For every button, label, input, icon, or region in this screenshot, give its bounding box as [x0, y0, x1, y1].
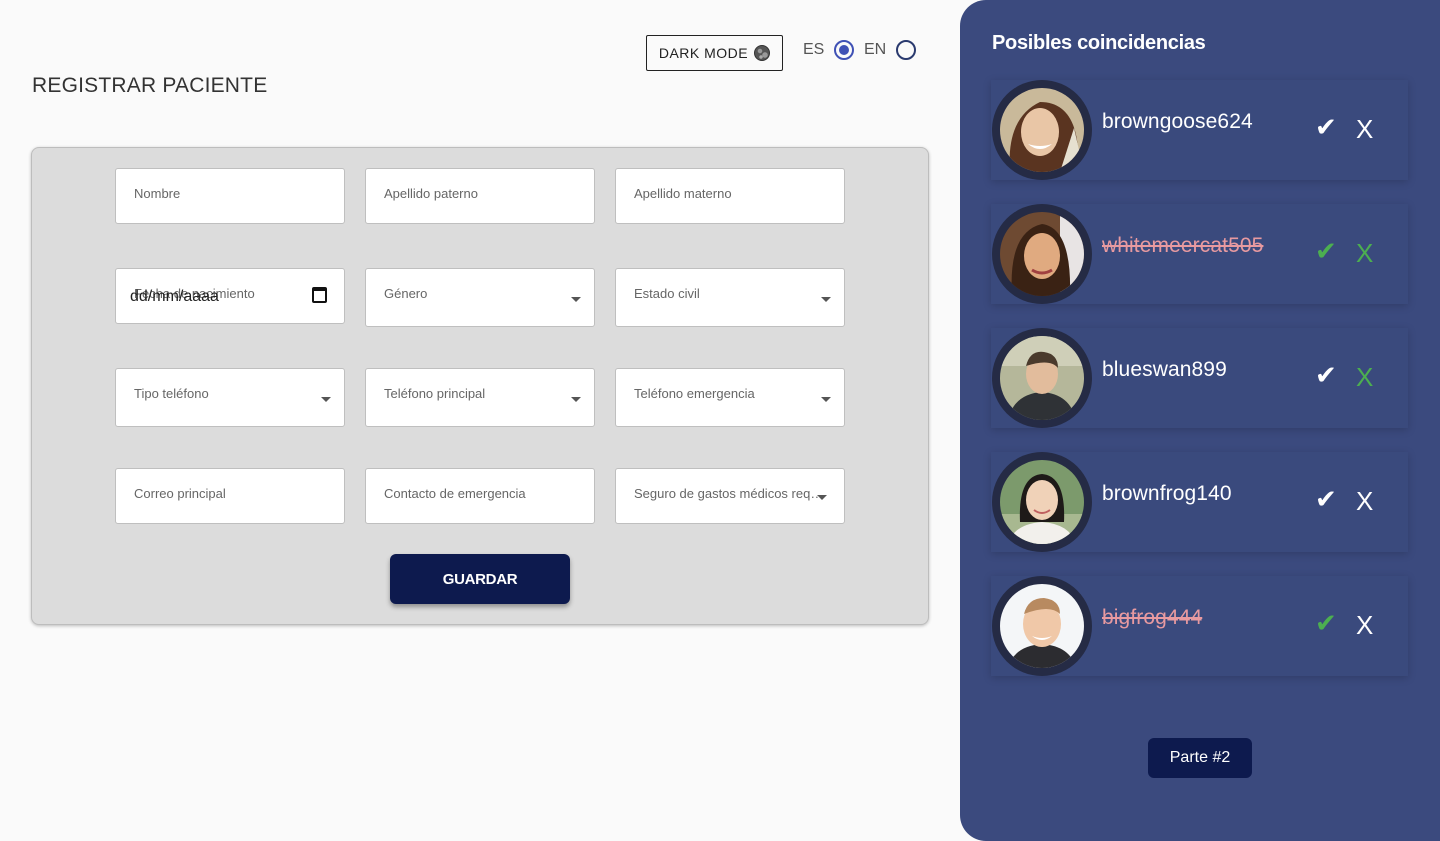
avatar [992, 328, 1092, 428]
telefono-principal-label: Teléfono principal [384, 386, 486, 401]
apellido-materno-field[interactable]: Apellido materno [615, 168, 845, 224]
tipo-telefono-label: Tipo teléfono [134, 386, 209, 401]
accept-check-icon[interactable]: ✔ [1315, 238, 1337, 264]
genero-select[interactable]: Género [365, 268, 595, 327]
avatar [992, 576, 1092, 676]
reject-x-icon[interactable]: X [1356, 612, 1373, 638]
avatar-image [1000, 584, 1084, 668]
genero-label: Género [384, 286, 428, 301]
chevron-down-icon [321, 397, 331, 402]
apellido-paterno-label: Apellido paterno [384, 186, 478, 201]
apellido-paterno-field[interactable]: Apellido paterno [365, 168, 595, 224]
match-card: blueswan899 ✔ X [991, 328, 1408, 428]
avatar-image [1000, 88, 1084, 172]
chevron-down-icon [571, 397, 581, 402]
matches-panel: Posibles coincidencias browngoose624 ✔ X [960, 0, 1440, 841]
patient-form: Nombre Apellido paterno Apellido materno… [31, 147, 929, 625]
nombre-label: Nombre [134, 186, 181, 201]
lang-en-label: EN [864, 41, 887, 58]
save-button[interactable]: GUARDAR [390, 554, 570, 604]
avatar [992, 204, 1092, 304]
calendar-icon[interactable] [312, 287, 327, 303]
lang-option-es[interactable]: ES [803, 40, 855, 60]
page-title: REGISTRAR PACIENTE [32, 74, 268, 97]
match-username: blueswan899 [1102, 358, 1227, 381]
lang-es-label: ES [803, 41, 825, 58]
chevron-down-icon [821, 397, 831, 402]
dark-mode-label: DARK MODE [658, 45, 749, 61]
correo-principal-field[interactable]: Correo principal [115, 468, 345, 524]
reject-x-icon[interactable]: X [1356, 240, 1373, 266]
panel-title: Posibles coincidencias [992, 32, 1206, 54]
apellido-materno-label: Apellido materno [634, 186, 732, 201]
avatar [992, 80, 1092, 180]
seguro-select[interactable]: Seguro de gastos médicos requerido [615, 468, 845, 524]
tipo-telefono-select[interactable]: Tipo teléfono [115, 368, 345, 427]
telefono-principal-select[interactable]: Teléfono principal [365, 368, 595, 427]
reject-x-icon[interactable]: X [1356, 364, 1373, 390]
fecha-nacimiento-value: dd/mm/aaaa [130, 288, 219, 305]
moon-icon [754, 45, 771, 61]
nombre-field[interactable]: Nombre [115, 168, 345, 224]
accept-check-icon[interactable]: ✔ [1315, 114, 1337, 140]
lang-option-en[interactable]: EN [864, 40, 917, 60]
correo-principal-label: Correo principal [134, 486, 226, 501]
estado-civil-label: Estado civil [634, 286, 700, 301]
telefono-emergencia-label: Teléfono emergencia [634, 386, 755, 401]
chevron-down-icon [571, 297, 581, 302]
dark-mode-button[interactable]: DARK MODE [646, 35, 783, 71]
chevron-down-icon [821, 297, 831, 302]
avatar-image [1000, 460, 1084, 544]
reject-x-icon[interactable]: X [1356, 116, 1373, 142]
contacto-emergencia-field[interactable]: Contacto de emergencia [365, 468, 595, 524]
accept-check-icon[interactable]: ✔ [1315, 610, 1337, 636]
part-button[interactable]: Parte #2 [1148, 738, 1252, 778]
fecha-nacimiento-field[interactable]: Fecha de nacimiento dd/mm/aaaa [115, 268, 345, 324]
reject-x-icon[interactable]: X [1356, 488, 1373, 514]
match-username: bigfrog444 [1102, 606, 1203, 629]
match-username: whitemeercat505 [1102, 234, 1264, 257]
lang-en-radio[interactable] [896, 40, 917, 60]
match-username: brownfrog140 [1102, 482, 1232, 505]
accept-check-icon[interactable]: ✔ [1315, 486, 1337, 512]
avatar-image [1000, 336, 1084, 420]
match-card: whitemeercat505 ✔ X [991, 204, 1408, 304]
estado-civil-select[interactable]: Estado civil [615, 268, 845, 327]
chevron-down-icon [817, 495, 827, 500]
lang-es-radio[interactable] [834, 40, 855, 60]
match-card: brownfrog140 ✔ X [991, 452, 1408, 552]
telefono-emergencia-select[interactable]: Teléfono emergencia [615, 368, 845, 427]
match-card: bigfrog444 ✔ X [991, 576, 1408, 676]
avatar [992, 452, 1092, 552]
seguro-label: Seguro de gastos médicos requerido [634, 486, 824, 501]
contacto-emergencia-label: Contacto de emergencia [384, 486, 526, 501]
avatar-image [1000, 212, 1084, 296]
match-card: browngoose624 ✔ X [991, 80, 1408, 180]
accept-check-icon[interactable]: ✔ [1315, 362, 1337, 388]
match-username: browngoose624 [1102, 110, 1253, 133]
